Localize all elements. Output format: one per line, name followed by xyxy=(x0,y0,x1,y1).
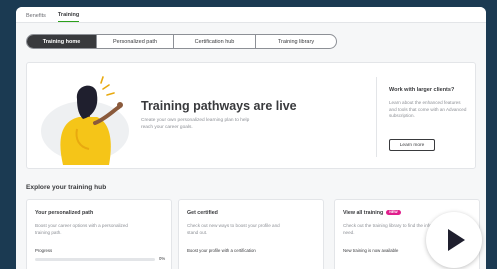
card-body: Check out new ways to boost your profile… xyxy=(187,223,280,235)
card-personalized-path[interactable]: Your personalized path Boost your career… xyxy=(26,199,172,269)
play-video-button[interactable] xyxy=(426,212,482,268)
card-meta: New training is now available xyxy=(343,248,399,253)
progress-bar xyxy=(35,258,155,261)
hero-subtitle: Create your own personalized learning pl… xyxy=(141,118,250,130)
hero-divider xyxy=(376,77,377,157)
card-title: Get certified xyxy=(187,210,218,216)
hero-banner: Training pathways are live Create your o… xyxy=(26,62,476,169)
tab-training[interactable]: Training xyxy=(57,12,80,22)
card-meta: Boost your profile with a certification xyxy=(187,248,256,253)
tab-benefits[interactable]: Benefits xyxy=(26,13,46,22)
side-panel-body: Learn about the enhanced features and to… xyxy=(389,100,467,119)
app-window: Benefits Training Training home Personal… xyxy=(16,7,486,269)
segmented-nav: Training home Personalized path Certific… xyxy=(26,34,337,49)
segment-personalized-path[interactable]: Personalized path xyxy=(97,35,174,48)
segment-training-library[interactable]: Training library xyxy=(256,35,336,48)
section-title: Explore your training hub xyxy=(26,184,107,191)
hero-title: Training pathways are live xyxy=(141,99,297,113)
side-panel-title: Work with larger clients? xyxy=(389,87,455,93)
card-title-text: View all training xyxy=(343,210,384,216)
play-icon xyxy=(448,229,465,251)
card-title: Your personalized path xyxy=(35,210,94,216)
segment-certification-hub[interactable]: Certification hub xyxy=(174,35,256,48)
card-body: Boost your career options with a persona… xyxy=(35,223,128,235)
person-illustration xyxy=(41,76,129,165)
learn-more-button[interactable]: Learn more xyxy=(389,139,435,151)
segment-training-home[interactable]: Training home xyxy=(27,35,97,48)
progress-label: Progress xyxy=(35,248,53,253)
card-get-certified[interactable]: Get certified Check out new ways to boos… xyxy=(178,199,324,269)
progress-percent: 0% xyxy=(159,256,166,261)
top-tab-bar: Benefits Training xyxy=(16,7,486,23)
card-title: View all training NEW xyxy=(343,210,401,216)
new-badge: NEW xyxy=(386,210,401,215)
